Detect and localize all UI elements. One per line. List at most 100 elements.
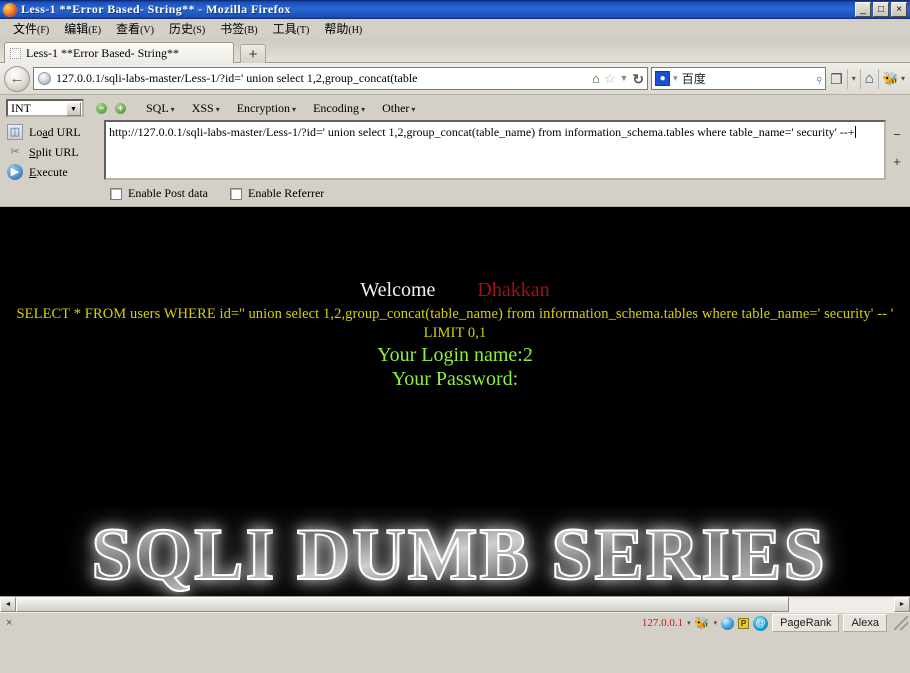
grow-textarea-icon[interactable]: + (893, 155, 901, 168)
home-page-icon[interactable]: ⌂ (592, 72, 600, 85)
hackbar-textarea-wrapper: http://127.0.0.1/sqli-labs-master/Less-1… (104, 120, 886, 182)
status-p-icon[interactable]: P (738, 617, 750, 629)
url-bar-icons: ⌂ ☆ ▼ ↻ (589, 72, 644, 86)
load-url-button[interactable]: ◫ Load URL (4, 122, 104, 142)
close-button[interactable]: × (891, 2, 907, 17)
chevron-down-icon-encoding: ▾ (361, 104, 366, 114)
status-bar: × 127.0.0.1 ▾ 🐝 ▾ P @ PageRank Alexa (0, 612, 910, 633)
scroll-left-arrow-icon[interactable]: ◄ (0, 597, 16, 612)
menu-item-help-label: 帮助 (324, 22, 349, 36)
chevron-down-icon-sql: ▾ (170, 104, 175, 114)
search-bar[interactable]: ● ▾ 百度 ⌕ (651, 67, 826, 90)
back-button[interactable]: ← (4, 65, 30, 92)
tab-label: Less-1 **Error Based- String** (26, 45, 179, 60)
hackbar-menu-sql-label: SQL (146, 100, 169, 115)
pagerank-button[interactable]: PageRank (772, 614, 840, 632)
menu-item-edit[interactable]: 编辑(E) (57, 19, 109, 38)
hackbar-options-row: Enable Post data Enable Referrer (0, 182, 910, 206)
scrollbar-track[interactable] (16, 597, 894, 612)
menu-item-tools-label: 工具 (272, 22, 297, 36)
scroll-right-arrow-icon[interactable]: ► (894, 597, 910, 612)
hackbar-menu-encryption[interactable]: Encryption ▾ (237, 101, 296, 116)
alexa-button[interactable]: Alexa (843, 614, 887, 632)
reload-icon[interactable]: ↻ (632, 72, 644, 86)
menu-item-file[interactable]: 文件(F) (6, 19, 57, 38)
hackbar-type-select[interactable]: INT ▼ (6, 99, 84, 117)
hackbar-menus: SQL ▾ XSS ▾ Encryption ▾ Encoding ▾ Other ▾ (146, 101, 415, 116)
addon-dropdown-icon[interactable]: ▾ (901, 74, 905, 83)
menu-item-bookmarks[interactable]: 书签(B) (213, 19, 265, 38)
status-bee-icon[interactable]: 🐝 (695, 617, 710, 629)
menu-item-view[interactable]: 查看(V) (109, 19, 162, 38)
menu-item-help[interactable]: 帮助(H) (317, 19, 370, 38)
hackbar-textarea-resize-controls: − + (886, 120, 908, 182)
execute-play-icon: ▶ (7, 164, 23, 180)
hackbar-url-textarea-value: http://127.0.0.1/sqli-labs-master/Less-1… (109, 125, 855, 139)
maximize-button[interactable]: □ (873, 2, 889, 17)
home-icon[interactable]: ⌂ (865, 71, 874, 86)
toolbar-divider-3 (877, 68, 879, 89)
checkbox-box-referrer[interactable] (229, 187, 242, 200)
page-content: Welcome Dhakkan SELECT * FROM users WHERE… (0, 279, 910, 596)
new-tab-button[interactable]: + (240, 44, 266, 63)
bookmark-star-icon[interactable]: ☆ (604, 72, 616, 85)
checkbox-box-post-data[interactable] (110, 187, 122, 200)
chevron-down-icon-encryption: ▾ (292, 104, 297, 114)
execute-button[interactable]: ▶ Execute (4, 162, 104, 182)
minimize-button[interactable]: _ (855, 2, 871, 17)
hackbar-menu-other[interactable]: Other ▾ (382, 101, 415, 116)
menu-item-bookmarks-label: 书签 (220, 22, 245, 36)
welcome-text: Welcome (360, 279, 436, 301)
addon-bee-icon[interactable]: 🐝 (883, 72, 899, 85)
paw-icon: ● (655, 71, 671, 86)
tab-favicon-icon (10, 47, 21, 59)
window-titlebar: Less-1 **Error Based- String** - Mozilla… (0, 0, 910, 19)
window-resize-grip[interactable] (894, 616, 908, 630)
page-actions-dropdown-icon[interactable]: ▾ (852, 74, 856, 83)
menu-item-file-mnemonic: (F) (37, 25, 50, 36)
split-url-button[interactable]: ✂ Split URL (4, 142, 104, 162)
menu-item-view-mnemonic: (V) (140, 25, 154, 36)
sqli-logo-container: SQLI DUMB SERIES (0, 507, 910, 596)
sql-query-echo: SELECT * FROM users WHERE id='' union se… (16, 306, 894, 341)
status-bar-right: 127.0.0.1 ▾ 🐝 ▾ P @ PageRank Alexa (642, 614, 910, 632)
password-result: Your Password: (391, 368, 519, 390)
tab-strip: Less-1 **Error Based- String** + (0, 39, 910, 63)
history-dropdown-icon[interactable]: ▼ (620, 74, 629, 83)
hackbar-menu-sql[interactable]: SQL ▾ (146, 101, 175, 116)
browser-tab-active[interactable]: Less-1 **Error Based- String** (4, 42, 234, 63)
status-ip-dropdown-icon[interactable]: ▾ (687, 619, 691, 627)
shrink-textarea-icon[interactable]: − (893, 128, 901, 141)
remove-icon[interactable]: − (96, 102, 107, 114)
close-notification-icon[interactable]: × (6, 617, 12, 629)
status-at-icon[interactable]: @ (753, 615, 769, 631)
horizontal-scrollbar[interactable]: ◄ ► (0, 596, 910, 612)
menubar: 文件(F) 编辑(E) 查看(V) 历史(S) 书签(B) 工具(T) 帮助(H… (0, 19, 910, 39)
toolbar-divider-2 (859, 68, 861, 89)
status-ip-address: 127.0.0.1 (641, 617, 684, 629)
hackbar-url-textarea[interactable]: http://127.0.0.1/sqli-labs-master/Less-1… (104, 120, 886, 180)
status-bee-dropdown-icon[interactable]: ▾ (714, 619, 718, 627)
login-name-result: Your Login name:2 (377, 344, 533, 366)
url-bar[interactable]: 127.0.0.1/sqli-labs-master/Less-1/?id=' … (33, 67, 649, 90)
add-icon[interactable]: + (115, 102, 126, 114)
enable-referrer-checkbox[interactable]: Enable Referrer (229, 186, 325, 201)
enable-post-data-checkbox[interactable]: Enable Post data (110, 186, 208, 201)
scrollbar-thumb[interactable] (16, 597, 789, 612)
scissors-icon: ✂ (10, 145, 20, 158)
menu-item-tools-mnemonic: (T) (296, 25, 310, 36)
status-globe-icon[interactable] (721, 616, 735, 630)
hackbar-menu-xss[interactable]: XSS ▾ (192, 101, 220, 116)
enable-referrer-label: Enable Referrer (247, 186, 325, 200)
text-caret (854, 126, 856, 138)
hackbar-menu-xss-label: XSS (191, 100, 214, 115)
hackbar-main-row: ◫ Load URL ✂ Split URL ▶ Execute http://… (0, 120, 910, 182)
chevron-down-icon[interactable]: ▼ (66, 102, 81, 116)
menu-item-history[interactable]: 历史(S) (162, 19, 213, 38)
menu-item-view-label: 查看 (116, 22, 141, 36)
menu-item-history-mnemonic: (S) (192, 25, 206, 36)
page-actions-icon[interactable]: ❐ (830, 72, 843, 86)
search-engine-label: 百度 (681, 72, 706, 86)
menu-item-tools[interactable]: 工具(T) (266, 19, 318, 38)
hackbar-menu-encoding[interactable]: Encoding ▾ (313, 101, 365, 116)
